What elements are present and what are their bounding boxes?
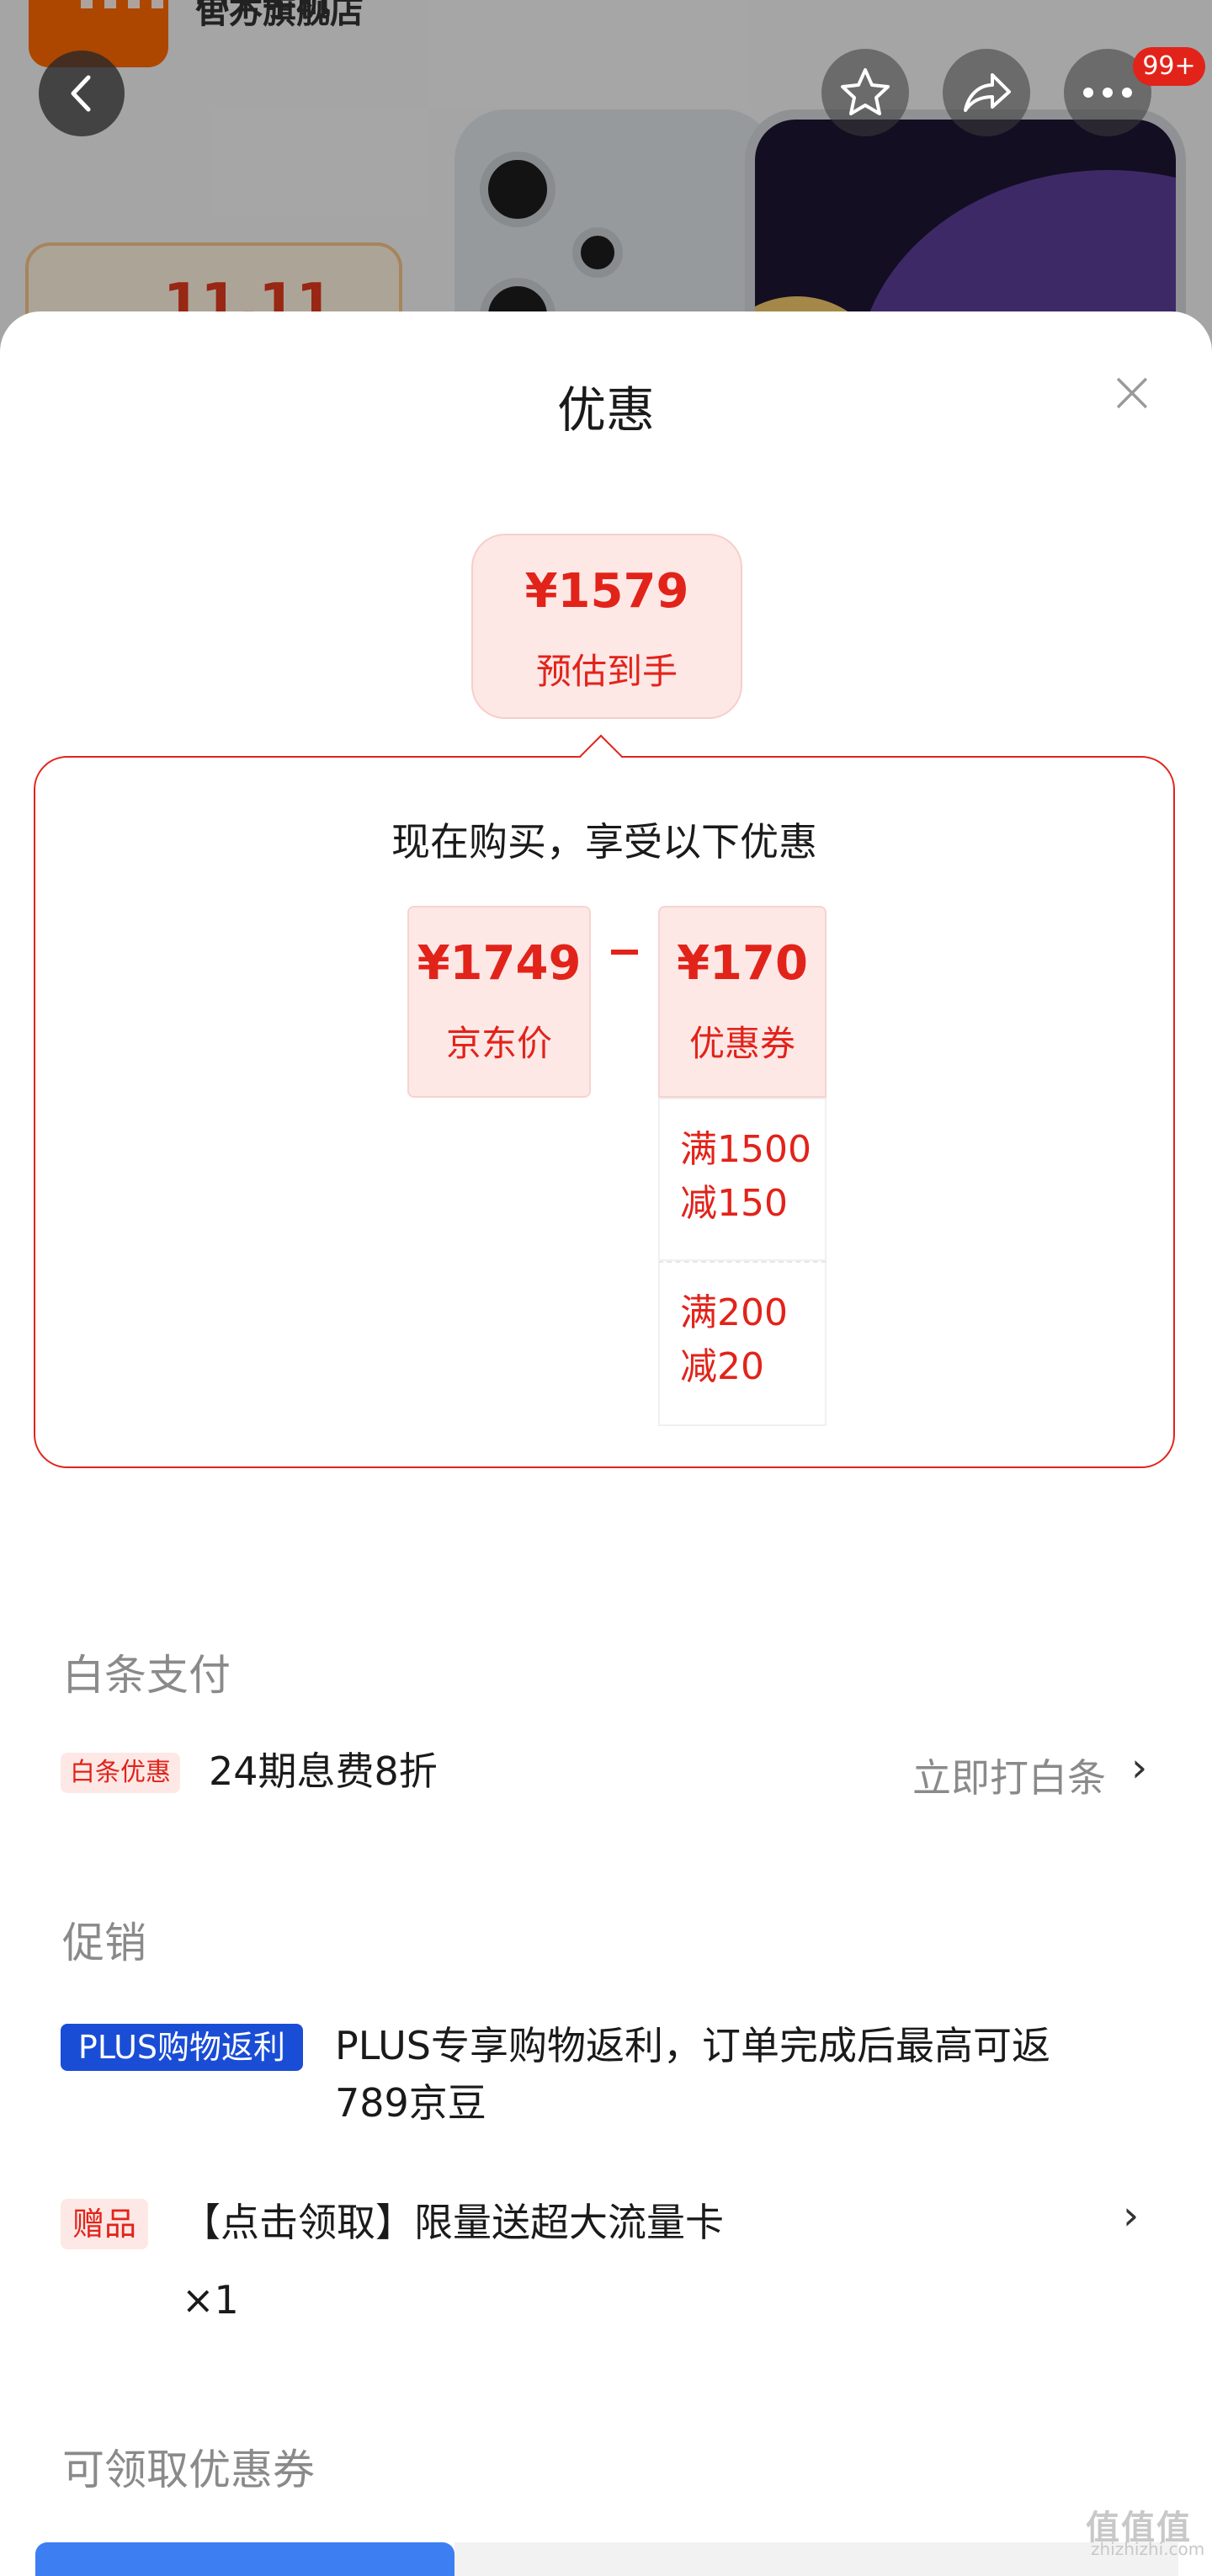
coupon-tier-threshold: 满1500: [680, 1128, 811, 1171]
sheet-title: 优惠: [556, 381, 655, 439]
discount-sheet: 优惠 × ¥1579 预估到手 现在购买，享受以下优惠 ¥1749 京东价 ¥1…: [0, 311, 1212, 2568]
gift-quantity: ×1: [182, 2277, 239, 2323]
product-page-background: 小米手机 官方旗舰店 11.11 99+: [0, 0, 1212, 354]
coupon-tier: 满200 减20: [658, 1261, 827, 1426]
promotion-section-title: 促销: [62, 1919, 146, 1967]
share-icon: [964, 73, 1011, 112]
plus-rebate-tag: PLUS购物返利: [61, 2024, 303, 2071]
minus-operator: [611, 950, 638, 955]
estimated-price: ¥1579: [524, 564, 689, 619]
jd-price-label: 京东价: [445, 1023, 552, 1064]
baitiao-text: 24期息费8折: [209, 1748, 438, 1794]
coupon-tier-discount: 减150: [680, 1182, 788, 1225]
plus-rebate-text: PLUS专享购物返利，订单完成后最高可返 789京豆: [335, 2017, 1168, 2132]
coupon-tier: 满1500 减150: [658, 1098, 827, 1261]
estimated-price-label: 预估到手: [535, 651, 678, 692]
coupon-value: ¥170: [677, 936, 808, 991]
chevron-left-icon: [71, 75, 91, 112]
dim-overlay[interactable]: [0, 0, 1212, 354]
coupon-tier-discount: 减20: [680, 1345, 764, 1388]
estimated-price-bubble: ¥1579 预估到手: [471, 534, 742, 719]
coupon-label: 优惠券: [688, 1023, 795, 1064]
star-icon: [841, 68, 890, 115]
watermark-url: zhizhizhi.com: [1091, 2539, 1205, 2559]
plus-rebate-line1: PLUS专享购物返利，订单完成后最高可返: [335, 2023, 1050, 2068]
close-button[interactable]: ×: [1103, 362, 1162, 421]
coupon-cell: ¥170 优惠券: [658, 906, 827, 1098]
back-button[interactable]: [39, 51, 125, 136]
favorite-button[interactable]: [821, 49, 909, 136]
coupon-card-rest: [454, 2542, 1178, 2576]
price-breakdown: 现在购买，享受以下优惠 ¥1749 京东价 ¥170 优惠券 满1500 减15…: [34, 756, 1175, 1468]
share-button[interactable]: [943, 49, 1030, 136]
plus-rebate-line2: 789京豆: [335, 2080, 486, 2126]
more-badge: 99+: [1133, 47, 1205, 86]
more-dots-icon: [1083, 88, 1132, 98]
coupon-card[interactable]: [35, 2542, 454, 2576]
gift-tag: 赠品: [61, 2199, 148, 2249]
jd-price-cell: ¥1749 京东价: [407, 906, 591, 1098]
breakdown-heading: 现在购买，享受以下优惠: [391, 819, 817, 865]
jd-price: ¥1749: [417, 936, 582, 991]
coupon-tier-threshold: 满200: [680, 1291, 788, 1334]
baitiao-section-title: 白条支付: [62, 1651, 231, 1700]
baitiao-link[interactable]: 立即打白条: [912, 1748, 1106, 1803]
baitiao-tag: 白条优惠: [61, 1753, 180, 1793]
gift-text: 【点击领取】限量送超大流量卡: [182, 2200, 724, 2245]
close-icon: ×: [1107, 357, 1157, 426]
chevron-right-icon: ›: [1131, 1744, 1148, 1791]
coupons-section-title: 可领取优惠券: [62, 2446, 315, 2494]
chevron-right-icon: ›: [1123, 2192, 1140, 2239]
